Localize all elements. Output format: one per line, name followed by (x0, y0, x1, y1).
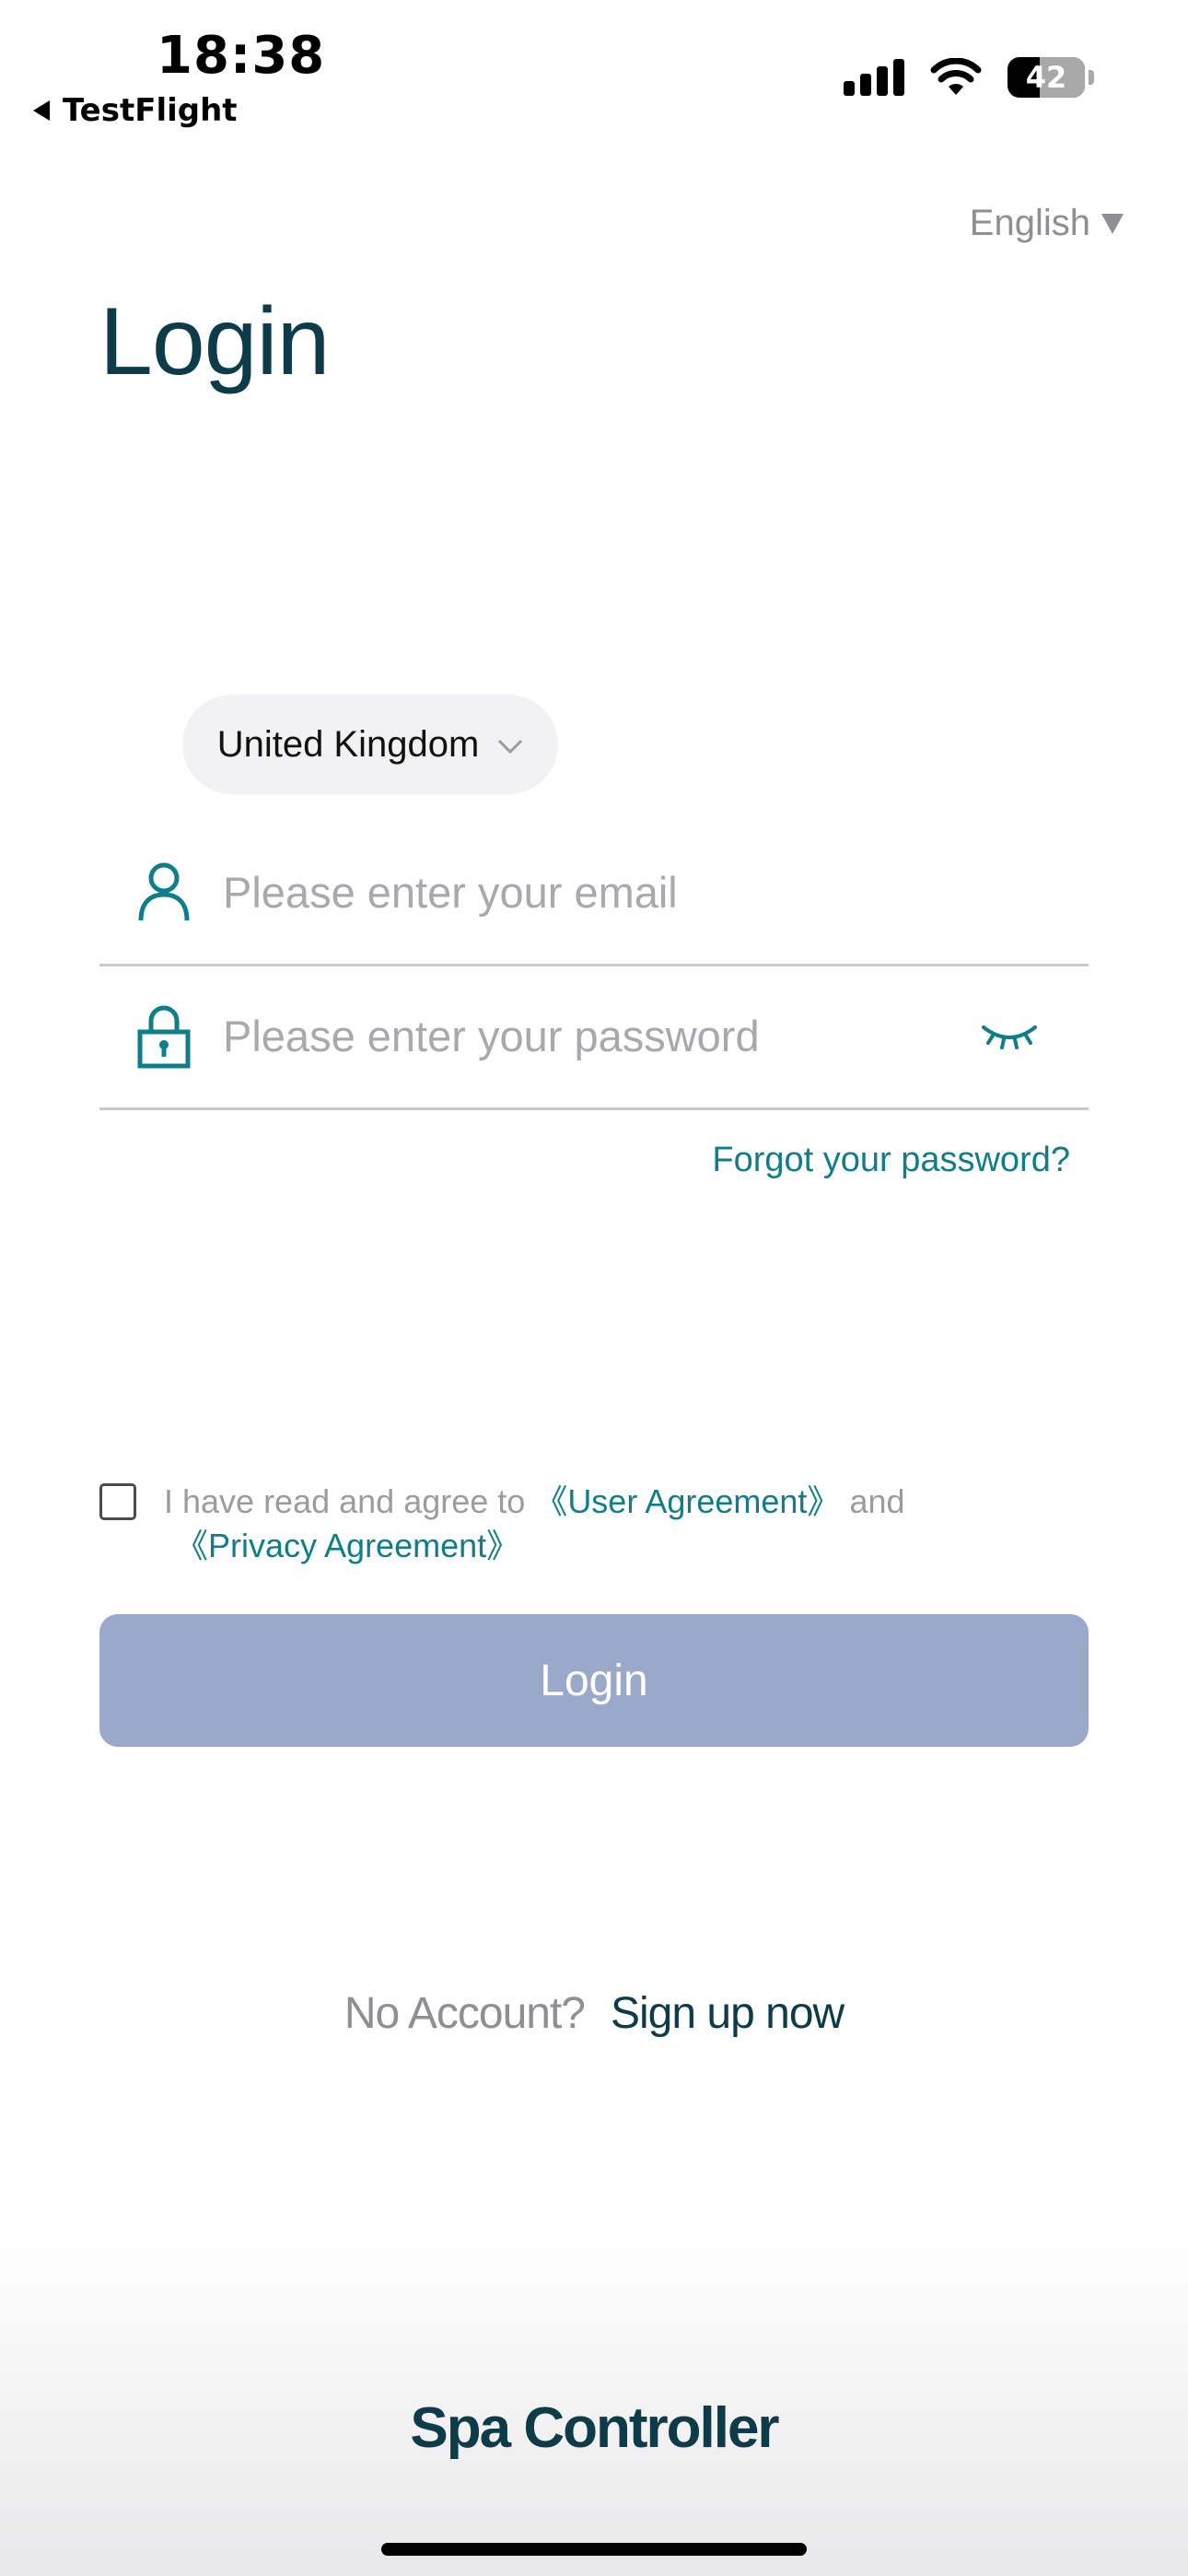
back-arrow-icon (33, 100, 50, 121)
status-time: 18:38 (157, 26, 326, 86)
password-input[interactable] (221, 998, 980, 1073)
lock-icon (127, 1002, 201, 1069)
privacy-agreement-link[interactable]: 《Privacy Agreement》 (99, 1524, 1089, 1568)
user-icon (127, 861, 201, 922)
back-label: TestFlight (63, 92, 238, 129)
brand-logo: Spa Controller (410, 2396, 779, 2460)
login-button[interactable]: Login (99, 1614, 1089, 1747)
caret-down-icon (1101, 213, 1124, 234)
email-field-row (99, 820, 1089, 966)
page-title: Login (99, 288, 330, 395)
back-to-testflight-button[interactable]: TestFlight (33, 92, 238, 129)
country-label: United Kingdom (216, 723, 480, 765)
agreement-row: I have read and agree to 《User Agreement… (99, 1480, 1089, 1568)
cellular-signal-icon (844, 59, 904, 96)
agreement-and: and (849, 1482, 905, 1520)
language-label: English (969, 203, 1090, 243)
agreement-checkbox[interactable] (99, 1483, 136, 1520)
user-agreement-link[interactable]: 《User Agreement》 (534, 1482, 840, 1520)
language-selector[interactable]: English (970, 203, 1124, 244)
country-selector[interactable]: United Kingdom (182, 695, 558, 794)
sign-up-link[interactable]: Sign up now (611, 1988, 844, 2039)
chevron-down-icon (498, 739, 523, 755)
forgot-password-link[interactable]: Forgot your password? (712, 1141, 1070, 1180)
battery-percentage: 42 (1025, 60, 1067, 95)
email-input[interactable] (221, 854, 1089, 930)
password-field-row (99, 964, 1089, 1110)
eye-closed-icon[interactable] (980, 1020, 1039, 1051)
agreement-prefix: I have read and agree to (164, 1482, 526, 1520)
wifi-icon (930, 58, 982, 95)
signup-row: No Account? Sign up now (0, 1988, 1188, 2039)
status-icons: 42 (844, 57, 1094, 98)
home-indicator[interactable] (381, 2543, 807, 2556)
no-account-text: No Account? (344, 1989, 586, 2038)
battery-indicator: 42 (1007, 57, 1094, 98)
